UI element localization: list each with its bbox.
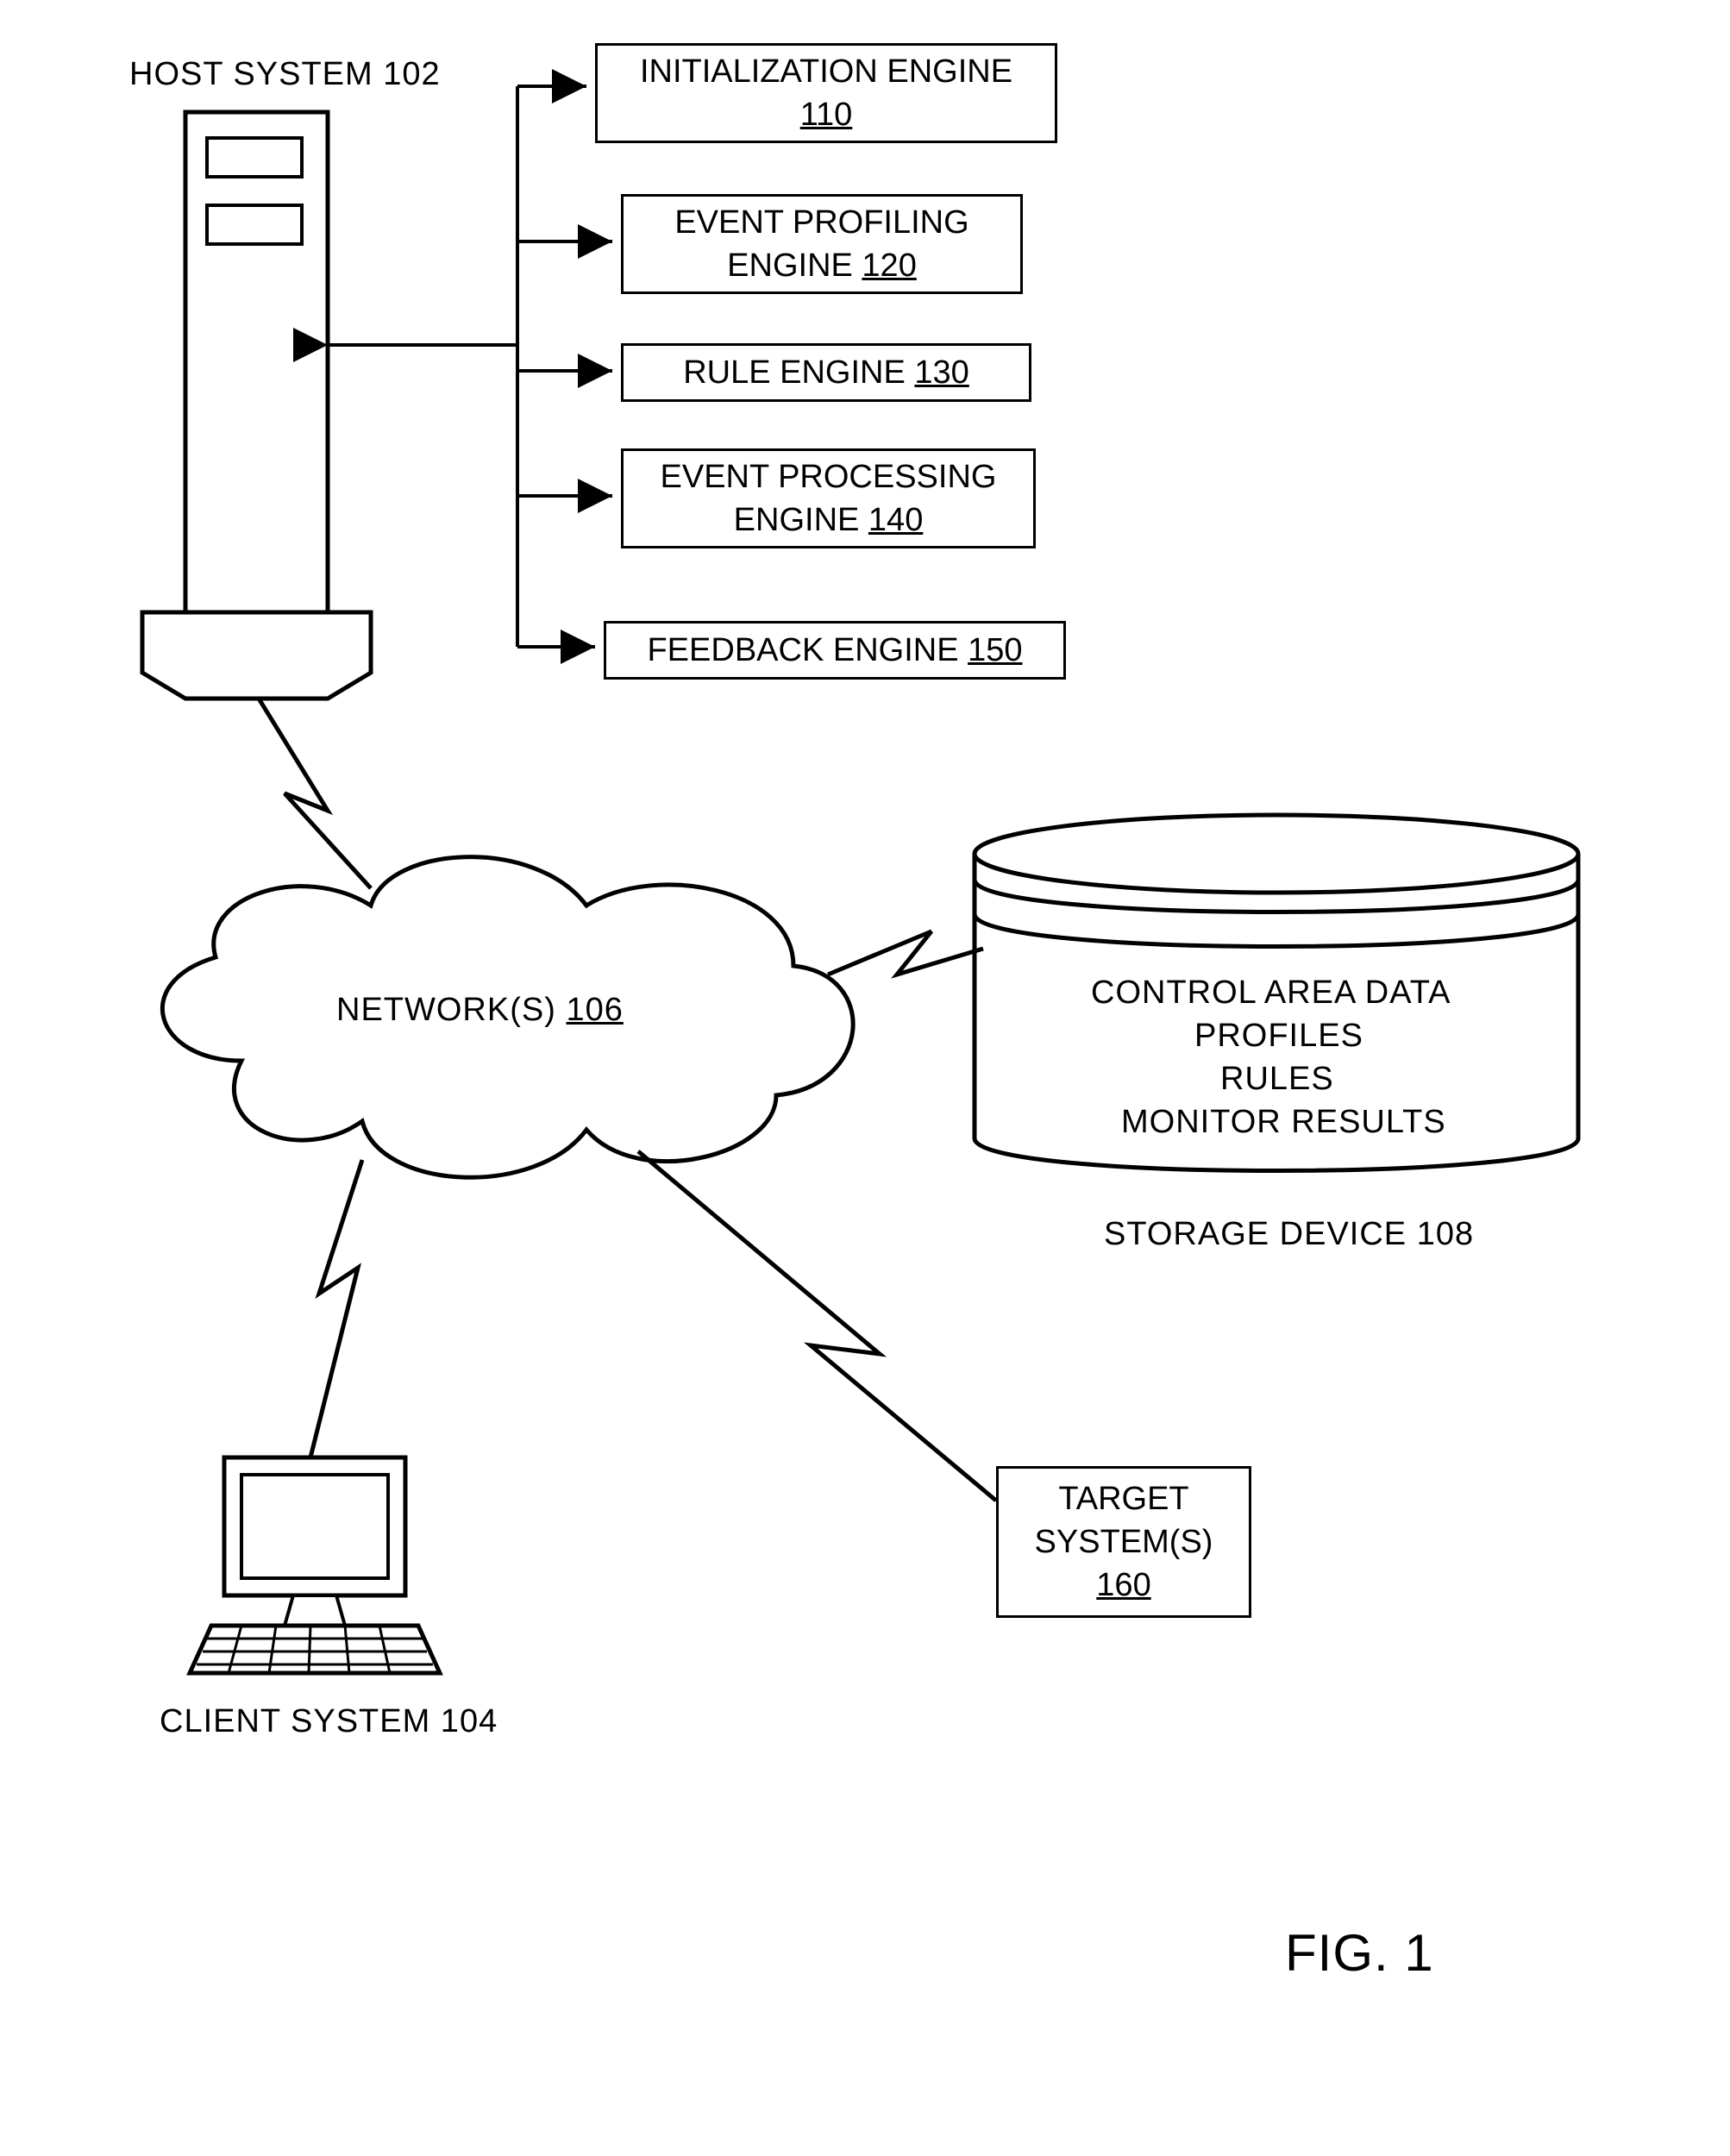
zigzag-connectors xyxy=(0,0,1730,2156)
figure-label: FIG. 1 xyxy=(1285,1923,1434,1983)
